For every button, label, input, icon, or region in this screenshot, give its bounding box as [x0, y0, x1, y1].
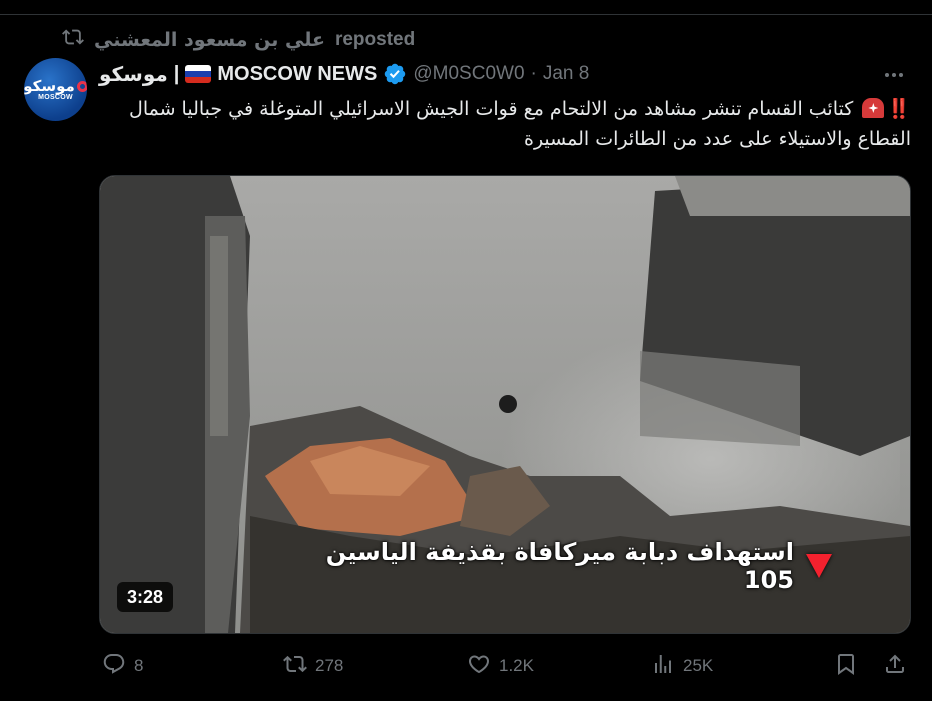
action-bar: 8 278 1.2K 25K [0, 652, 932, 680]
tweet-body: كتائب القسام تنشر مشاهد من الالتحام مع ق… [129, 98, 911, 150]
repost-button[interactable]: 278 [283, 652, 343, 680]
like-count: 1.2K [499, 656, 534, 675]
tweet-text: ‼️ كتائب القسام تنشر مشاهد من الالتحام م… [99, 94, 911, 154]
name-separator: | [173, 62, 180, 85]
repost-icon [62, 26, 84, 54]
views-icon [651, 652, 675, 681]
avatar-logo: موسكو [24, 78, 87, 94]
red-triangle-icon [806, 554, 832, 578]
siren-icon [862, 98, 885, 118]
author-name-en: MOSCOW NEWS [217, 62, 378, 85]
views-button[interactable]: 25K [651, 652, 713, 680]
like-icon [467, 652, 491, 681]
more-icon[interactable] [880, 66, 908, 84]
like-button[interactable]: 1.2K [467, 652, 534, 680]
repost-icon [283, 652, 307, 681]
russia-flag-icon [185, 65, 212, 83]
reposter-name[interactable]: علي بن مسعود المعشني [94, 29, 325, 51]
views-count: 25K [683, 656, 714, 675]
author-handle[interactable]: @M0SC0W0 [413, 63, 524, 85]
verified-icon[interactable] [383, 62, 407, 86]
author-name[interactable]: موسكو | MOSCOW NEWS [99, 62, 377, 86]
avatar-logo-text: MOSCOW [38, 94, 73, 101]
double-exclamation-icon: ‼️ [887, 98, 911, 120]
share-icon [883, 652, 907, 681]
repost-label: reposted [334, 29, 416, 50]
top-divider [0, 14, 932, 15]
video-duration: 3:28 [117, 582, 174, 612]
repost-indicator[interactable]: علي بن مسعود المعشني reposted [62, 28, 415, 52]
bookmark-icon [834, 652, 858, 681]
repost-count: 278 [315, 656, 344, 675]
reply-button[interactable]: 8 [102, 652, 143, 680]
bookmark-button[interactable] [834, 652, 858, 680]
reply-icon [102, 652, 126, 681]
tweet-header: موسكو | MOSCOW NEWS @M0SC0W0 · Jan 8 [99, 60, 589, 88]
tweet-date[interactable]: Jan 8 [543, 63, 589, 85]
reply-count: 8 [134, 656, 144, 675]
video-caption: استهداف دبابة ميركافاة بقذيفة الياسين 10… [272, 538, 832, 594]
video-caption-text: استهداف دبابة ميركافاة بقذيفة الياسين 10… [325, 538, 794, 594]
header-dot: · [530, 63, 537, 84]
avatar[interactable]: موسكو MOSCOW [24, 58, 87, 121]
video-player[interactable]: استهداف دبابة ميركافاة بقذيفة الياسين 10… [99, 175, 911, 634]
author-name-ar: موسكو [99, 62, 168, 86]
share-button[interactable] [883, 652, 907, 680]
